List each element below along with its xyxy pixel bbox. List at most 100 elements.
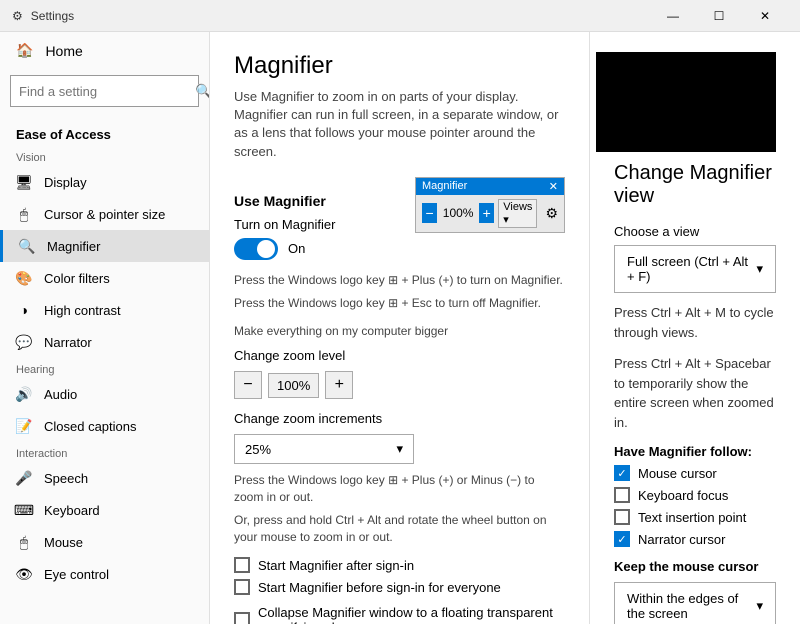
cursor-dropdown-value: Within the edges of the screen bbox=[627, 591, 756, 621]
cursor-icon: 🖱 bbox=[16, 206, 32, 222]
sidebar-item-audio[interactable]: 🔊 Audio bbox=[0, 378, 209, 410]
sidebar-item-display[interactable]: 🖥 Display bbox=[0, 166, 209, 198]
checkbox-row-2[interactable]: Start Magnifier before sign-in for every… bbox=[234, 579, 565, 595]
view-value: Full screen (Ctrl + Alt + F) bbox=[627, 254, 756, 284]
right-panel-inner: Change Magnifier view Choose a view Full… bbox=[614, 52, 776, 624]
gear-icon[interactable]: ⚙ bbox=[545, 205, 558, 222]
mouse-label: Mouse bbox=[44, 535, 83, 550]
main-content: Magnifier Use Magnifier to zoom in on pa… bbox=[210, 32, 800, 624]
view-dropdown[interactable]: Full screen (Ctrl + Alt + F) ▾ bbox=[614, 245, 776, 293]
magnifier-mini-pct: 100% bbox=[441, 206, 475, 220]
home-icon: 🏠 bbox=[16, 42, 33, 59]
sidebar-item-magnifier[interactable]: 🔍 Magnifier bbox=[0, 230, 209, 262]
hint1: Press the Windows logo key ⊞ + Plus (+) … bbox=[234, 272, 565, 289]
increment-value: 25% bbox=[245, 442, 271, 457]
title-bar-left: ⚙ Settings bbox=[12, 9, 74, 23]
sidebar-item-highcontrast[interactable]: ◑ High contrast bbox=[0, 294, 209, 326]
zoom-value: 100% bbox=[268, 373, 319, 398]
narrator-icon: 💬 bbox=[16, 334, 32, 350]
follow-mouse-cursor-label: Mouse cursor bbox=[638, 466, 717, 481]
follow-heading: Have Magnifier follow: bbox=[614, 444, 776, 459]
zoom-row: − 100% + bbox=[234, 371, 565, 399]
turn-on-label: Turn on Magnifier bbox=[234, 217, 335, 232]
highcontrast-icon: ◑ bbox=[16, 302, 32, 318]
magnifier-toggle[interactable] bbox=[234, 238, 278, 260]
follow-mouse-cursor-row[interactable]: ✓ Mouse cursor bbox=[614, 465, 776, 481]
follow-narrator-cursor-check[interactable]: ✓ bbox=[614, 531, 630, 547]
sidebar-item-mouse[interactable]: 🖱 Mouse bbox=[0, 526, 209, 558]
vision-label: Vision bbox=[0, 146, 209, 166]
keyboard-icon: ⌨ bbox=[16, 502, 32, 518]
increment-dropdown[interactable]: 25% ▾ bbox=[234, 434, 414, 464]
follow-keyboard-focus-label: Keyboard focus bbox=[638, 488, 728, 503]
title-bar: ⚙ Settings — ☐ ✕ bbox=[0, 0, 800, 32]
check1-box[interactable] bbox=[234, 557, 250, 573]
magnifier-mini-close[interactable]: ✕ bbox=[549, 180, 558, 193]
hearing-section-label: Hearing bbox=[0, 358, 209, 378]
highcontrast-label: High contrast bbox=[44, 303, 121, 318]
magnifier-mini-views[interactable]: Views ▾ bbox=[498, 199, 537, 228]
hint2: Press the Windows logo key ⊞ + Esc to tu… bbox=[234, 295, 565, 312]
magnifier-mini-window: Magnifier ✕ − 100% + Views ▾ ⚙ bbox=[415, 177, 565, 233]
display-icon: 🖥 bbox=[16, 174, 32, 190]
magnifier-mini-plus[interactable]: + bbox=[479, 203, 494, 223]
checkbox-row-1[interactable]: Start Magnifier after sign-in bbox=[234, 557, 565, 573]
sidebar-item-captions[interactable]: 📝 Closed captions bbox=[0, 410, 209, 442]
toggle-knob bbox=[257, 240, 275, 258]
toggle-row: On bbox=[234, 238, 335, 260]
sidebar-item-cursor[interactable]: 🖱 Cursor & pointer size bbox=[0, 198, 209, 230]
choose-view-label: Choose a view bbox=[614, 224, 776, 239]
eyecontrol-icon: 👁 bbox=[16, 566, 32, 582]
sidebar-home-button[interactable]: 🏠 Home bbox=[0, 32, 209, 69]
magnifier-icon: 🔍 bbox=[19, 238, 35, 254]
sidebar-item-eyecontrol[interactable]: 👁 Eye control bbox=[0, 558, 209, 590]
magnifier-mini-minus[interactable]: − bbox=[422, 203, 437, 223]
increment-chevron: ▾ bbox=[396, 441, 403, 457]
speech-label: Speech bbox=[44, 471, 88, 486]
zoom-increment-section: Change zoom increments 25% ▾ bbox=[234, 411, 565, 464]
captions-label: Closed captions bbox=[44, 419, 137, 434]
colorfilters-icon: 🎨 bbox=[16, 270, 32, 286]
info2: Press Ctrl + Alt + Spacebar to temporari… bbox=[614, 354, 776, 432]
maximize-button[interactable]: ☐ bbox=[696, 0, 742, 32]
audio-icon: 🔊 bbox=[16, 386, 32, 402]
check2-box[interactable] bbox=[234, 579, 250, 595]
keyboard-label: Keyboard bbox=[44, 503, 100, 518]
cursor-dropdown-chevron: ▾ bbox=[756, 598, 763, 614]
check2-label: Start Magnifier before sign-in for every… bbox=[258, 580, 501, 595]
follow-narrator-cursor-label: Narrator cursor bbox=[638, 532, 725, 547]
cursor-dropdown[interactable]: Within the edges of the screen ▾ bbox=[614, 582, 776, 624]
keep-mouse-heading: Keep the mouse cursor bbox=[614, 559, 776, 574]
magnifier-mini-title: Magnifier bbox=[422, 180, 467, 192]
check1-label: Start Magnifier after sign-in bbox=[258, 558, 414, 573]
app-body: 🏠 Home 🔍 Ease of Access Vision 🖥 Display… bbox=[0, 32, 800, 624]
close-button[interactable]: ✕ bbox=[742, 0, 788, 32]
make-bigger-label: Make everything on my computer bigger bbox=[234, 323, 565, 340]
right-panel: Change Magnifier view Choose a view Full… bbox=[590, 32, 800, 624]
search-input[interactable] bbox=[19, 84, 195, 99]
mouse-icon: 🖱 bbox=[16, 534, 32, 550]
follow-text-insertion-row[interactable]: Text insertion point bbox=[614, 509, 776, 525]
follow-mouse-cursor-check[interactable]: ✓ bbox=[614, 465, 630, 481]
title-bar-title: Settings bbox=[31, 9, 74, 23]
sidebar-search-box[interactable]: 🔍 bbox=[10, 75, 199, 107]
follow-keyboard-focus-row[interactable]: Keyboard focus bbox=[614, 487, 776, 503]
follow-narrator-cursor-row[interactable]: ✓ Narrator cursor bbox=[614, 531, 776, 547]
sidebar-item-narrator[interactable]: 💬 Narrator bbox=[0, 326, 209, 358]
checkbox-row-3[interactable]: Collapse Magnifier window to a floating … bbox=[234, 605, 565, 624]
zoom-minus-button[interactable]: − bbox=[234, 371, 262, 399]
speech-icon: 🎤 bbox=[16, 470, 32, 486]
zoom-plus-button[interactable]: + bbox=[325, 371, 353, 399]
sidebar-item-colorfilters[interactable]: 🎨 Color filters bbox=[0, 262, 209, 294]
left-panel: Magnifier Use Magnifier to zoom in on pa… bbox=[210, 32, 590, 624]
info1: Press Ctrl + Alt + M to cycle through vi… bbox=[614, 303, 776, 342]
check3-label: Collapse Magnifier window to a floating … bbox=[258, 605, 565, 624]
minimize-button[interactable]: — bbox=[650, 0, 696, 32]
follow-keyboard-focus-check[interactable] bbox=[614, 487, 630, 503]
check3-box[interactable] bbox=[234, 612, 250, 624]
magnifier-label: Magnifier bbox=[47, 239, 100, 254]
sidebar-item-keyboard[interactable]: ⌨ Keyboard bbox=[0, 494, 209, 526]
follow-text-insertion-check[interactable] bbox=[614, 509, 630, 525]
sidebar-item-speech[interactable]: 🎤 Speech bbox=[0, 462, 209, 494]
hint3: Press the Windows logo key ⊞ + Plus (+) … bbox=[234, 472, 565, 506]
